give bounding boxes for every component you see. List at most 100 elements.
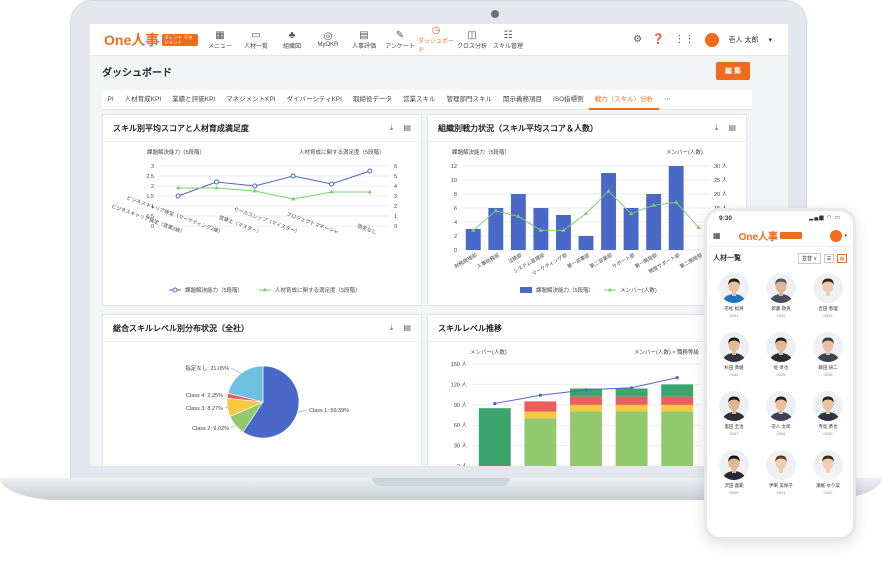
legend-swatch [172,287,178,293]
bar [510,194,526,250]
y-tick-label: 3 [151,164,154,170]
nav-item-8[interactable]: ☷ スキル管理 [490,24,526,56]
tab-5[interactable]: 取締役データ [347,90,397,110]
edit-button[interactable]: 編 集 [716,62,750,80]
menu-grid-icon[interactable]: ▦ [713,231,721,240]
app-logo[interactable]: One人事 タレント マネジメント [104,30,200,50]
slice-label: 指定なし: 21.05% [185,364,229,372]
stacked-chart-card: スキルレベル推移 ⤢ メンバー(人数) メンバー(人数) × 職務等級 0 人 30 … [427,314,747,466]
person-card[interactable]: 杉田 勇磨 0034 [712,332,756,377]
person-card[interactable]: 瀬尾 ゆり菜 0042 [806,450,850,495]
nav-item-0[interactable]: ▦ メニュー [202,24,238,56]
download-icon[interactable]: ⤓ [390,323,394,333]
person-card[interactable]: 沢田 義範 0040 [712,450,756,495]
export-icon[interactable]: ▤ [728,123,736,133]
nav-label: アンケート [385,43,415,50]
download-icon[interactable]: ⤓ [715,123,719,133]
tab-9[interactable]: ISO指標例 [547,90,589,110]
window-icon: ◫ [467,29,477,41]
card-header: 総合スキルレベル別分布状況（全社） ⤓ ▤ [103,315,421,342]
y2-tick-label: 4 [394,184,397,190]
y-tick-label: 10 [451,178,457,184]
bar-chart-card: 組織別戦力状況（スキル平均スコア＆人数） ⤓ ▤ 課題解決能力（5段階） メンバー(… [427,114,747,306]
person-name: 瀬尾 ゆり菜 [816,483,840,488]
y2-tick-label: 30 人 [714,163,728,170]
tab-2[interactable]: 業績と評価KPI [167,90,221,110]
user-name[interactable]: 壱人 太郎 [729,35,759,45]
person-name: 沢田 義範 [724,483,744,488]
card-title: 組織別戦力状況（スキル平均スコア＆人数） [438,123,598,133]
download-icon[interactable]: ⤓ [390,123,394,133]
org-chart-icon: ♣ [288,29,296,41]
tab-7[interactable]: 管理部門スキル [441,90,498,110]
nav-item-7[interactable]: ◫ クロス分析 [454,24,490,56]
person-card[interactable]: 佐 孝也 0035 [759,332,803,377]
person-card[interactable]: 新藤 政男 0032 [759,273,803,318]
page-title: ダッシュボード [102,67,172,79]
sort-select[interactable]: 並替 ∨ [797,252,821,264]
person-name: 壱人 太郎 [771,424,791,429]
legend-label: 人材育成に関する満足度（5段階） [275,286,361,294]
data-point [493,401,497,406]
y-tick-label: 0 人 [457,463,468,466]
avatar[interactable] [704,32,719,47]
tab-3[interactable]: マネジメントKPI [221,90,281,110]
bar-chart: 課題解決能力（5段階）メンバー(人数)0246810120 人5 人10 人15… [451,148,728,294]
nav-item-3[interactable]: ◎ MyOKR [310,24,346,56]
export-icon[interactable]: ▤ [403,323,411,333]
list-view-icon[interactable]: ☰ [824,253,834,263]
gear-icon[interactable]: ⚙ [633,34,642,45]
person-card[interactable]: 吉田 恵理 0033 [806,273,850,318]
tab-10[interactable]: 戦力（スキル）分析 [589,90,659,110]
person-card[interactable]: 藤田 研二 0036 [806,332,850,377]
phone-logo-tag [780,232,803,239]
help-icon[interactable]: ❓ [652,34,664,45]
nav-item-5[interactable]: ✎ アンケート [382,24,418,56]
person-card[interactable]: 壱人 太郎 0038 [759,391,803,436]
nav-item-1[interactable]: ▭ 人材一覧 [238,24,274,56]
header-right: ⚙ ❓ ⋮⋮ 壱人 太郎 ▾ [633,32,772,47]
tab-4[interactable]: ダイバーシティKPI [281,90,347,110]
phone-header: ▦ One人事 ▾ [707,225,853,247]
export-icon[interactable]: ▤ [403,123,411,133]
person-card[interactable]: 壱松 松男 0031 [712,273,756,318]
person-name: 塩田 圭治 [724,424,744,429]
person-name: 新藤 政男 [771,306,791,311]
person-card[interactable]: 伊東 美保子 0041 [759,450,803,495]
person-name: 吉田 恵理 [818,306,838,311]
person-id: 0037 [729,431,739,436]
dashboard-tabs: PI 人材育成KPI 業績と評価KPI マネジメントKPI ダイバーシティKPI 取締役デ… [102,90,752,110]
grid-view-icon[interactable]: ▦ [837,253,847,263]
avatar[interactable] [830,229,843,242]
person-card[interactable]: 塩田 圭治 0037 [712,391,756,436]
card-header: スキルレベル推移 ⤢ [428,315,746,342]
avatar [719,391,749,421]
tab-0[interactable]: PI [102,90,119,110]
person-card[interactable]: 寺島 勇也 0039 [806,391,850,436]
tab-6[interactable]: 営業スキル [397,90,441,110]
nav-item-2[interactable]: ♣ 組織図 [274,24,310,56]
id-card-icon: ▭ [251,29,261,41]
y-tick-label: 0 [454,248,457,254]
nav-item-6[interactable]: ◷ ダッシュボード [418,24,454,56]
legend-swatch [520,287,532,293]
logo-text: One人事 [104,31,160,48]
tab-11[interactable]: ⋯ [659,90,677,110]
person-name: 寺島 勇也 [818,424,838,429]
tab-8[interactable]: 開示義務項目 [497,90,547,110]
person-name: 壱松 松男 [724,306,744,311]
nav-item-4[interactable]: ▤ 人事評価 [346,24,382,56]
apps-grid-icon[interactable]: ⋮⋮ [675,34,695,45]
slice-label: Class 1: 59.39% [309,408,349,414]
card-title: スキルレベル推移 [438,323,502,333]
x-tick-label: 人事総務部 [476,252,501,271]
stack-segment [524,418,557,466]
tab-1[interactable]: 人材育成KPI [119,90,166,110]
stack-segment [661,404,694,412]
y-tick-label: 60 人 [454,422,468,429]
chevron-down-icon[interactable]: ▾ [768,36,772,44]
stack-segment [615,388,648,397]
chevron-down-icon[interactable]: ▾ [844,233,847,239]
data-point [584,388,588,392]
person-id: 0036 [823,372,833,377]
